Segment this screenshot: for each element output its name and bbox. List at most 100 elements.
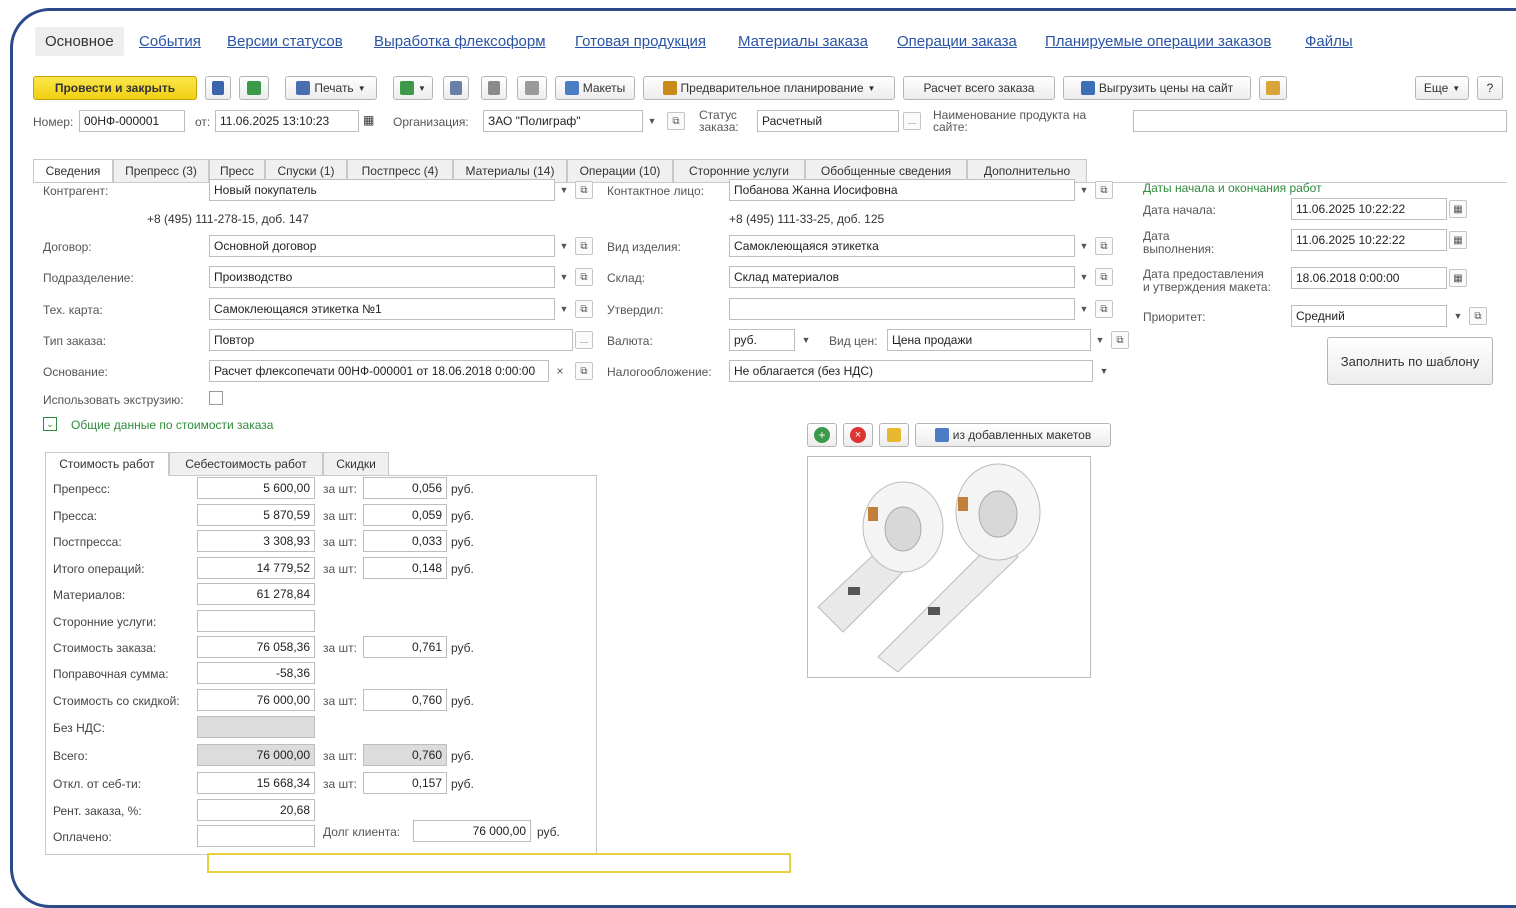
- post-and-close-button[interactable]: Провести и закрыть: [33, 76, 197, 100]
- delete-image-button[interactable]: ×: [843, 423, 873, 447]
- calendar-icon[interactable]: ▦: [1449, 200, 1467, 218]
- save-button[interactable]: [205, 76, 231, 100]
- division-field[interactable]: Производство: [209, 266, 555, 288]
- chevron-down-icon[interactable]: ▼: [1449, 305, 1467, 327]
- from-layouts-button[interactable]: из добавленных макетов: [915, 423, 1111, 447]
- cost-tab-selfcost[interactable]: Себестоимость работ: [169, 452, 323, 476]
- cost-row-unit[interactable]: 0,761: [363, 636, 447, 658]
- date-field[interactable]: 11.06.2025 13:10:23: [215, 110, 359, 132]
- ellipsis-icon[interactable]: …: [575, 331, 593, 349]
- contractor-field[interactable]: Новый покупатель: [209, 179, 555, 201]
- top-tab-planned-operations[interactable]: Планируемые операции заказов: [1045, 33, 1271, 50]
- structure-button[interactable]: [443, 76, 469, 100]
- cost-row-unit[interactable]: 0,760: [363, 744, 447, 766]
- cost-row-value[interactable]: [197, 716, 315, 738]
- cost-row-unit[interactable]: 0,157: [363, 772, 447, 794]
- prelim-planning-button[interactable]: Предварительное планирование ▼: [643, 76, 895, 100]
- clear-icon[interactable]: ×: [551, 360, 569, 382]
- cost-row-value[interactable]: 76 058,36: [197, 636, 315, 658]
- cost-row-unit[interactable]: 0,148: [363, 557, 447, 579]
- chevron-down-icon[interactable]: ▼: [555, 235, 573, 257]
- calc-order-button[interactable]: Расчет всего заказа: [903, 76, 1055, 100]
- open-icon[interactable]: ⧉: [1095, 300, 1113, 318]
- open-icon[interactable]: ⧉: [1111, 331, 1129, 349]
- debt-field[interactable]: 76 000,00: [413, 820, 531, 842]
- open-icon[interactable]: ⧉: [1095, 268, 1113, 286]
- tax-field[interactable]: Не облагается (без НДС): [729, 360, 1093, 382]
- chevron-down-icon[interactable]: ▼: [1075, 179, 1093, 201]
- cost-row-value[interactable]: 14 779,52: [197, 557, 315, 579]
- collapse-icon[interactable]: ⌄: [43, 417, 57, 431]
- cost-row-unit[interactable]: 0,760: [363, 689, 447, 711]
- cost-row-value[interactable]: 3 308,93: [197, 530, 315, 552]
- upload-prices-button[interactable]: Выгрузить цены на сайт: [1063, 76, 1251, 100]
- cost-row-unit[interactable]: 0,033: [363, 530, 447, 552]
- top-tab-order-operations[interactable]: Операции заказа: [897, 33, 1017, 50]
- ellipsis-icon[interactable]: …: [903, 112, 921, 130]
- chevron-down-icon[interactable]: ▼: [1075, 266, 1093, 288]
- top-tab-events[interactable]: События: [139, 33, 201, 50]
- cost-tab-discounts[interactable]: Скидки: [323, 452, 389, 476]
- start-date-field[interactable]: 11.06.2025 10:22:22: [1291, 198, 1447, 220]
- calendar-icon[interactable]: ▦: [1449, 269, 1467, 287]
- print-button[interactable]: Печать ▼: [285, 76, 377, 100]
- cost-row-value[interactable]: 76 000,00: [197, 744, 315, 766]
- cost-row-unit[interactable]: 0,056: [363, 477, 447, 499]
- attach-button[interactable]: [1259, 76, 1287, 100]
- currency-field[interactable]: руб.: [729, 329, 795, 351]
- chevron-down-icon[interactable]: ▼: [643, 110, 661, 132]
- top-tab-main[interactable]: Основное: [35, 27, 124, 56]
- top-tab-files[interactable]: Файлы: [1305, 33, 1353, 50]
- open-icon[interactable]: ⧉: [1095, 237, 1113, 255]
- cost-row-value[interactable]: 5 870,59: [197, 504, 315, 526]
- top-tab-flexoforms[interactable]: Выработка флексоформ: [374, 33, 546, 50]
- chevron-down-icon[interactable]: ▼: [555, 266, 573, 288]
- chevron-down-icon[interactable]: ▼: [555, 179, 573, 201]
- product-kind-field[interactable]: Самоклеющаяся этикетка: [729, 235, 1075, 257]
- help-button[interactable]: ?: [1477, 76, 1503, 100]
- chevron-down-icon[interactable]: ▼: [555, 298, 573, 320]
- export-button[interactable]: [239, 76, 269, 100]
- ordertype-field[interactable]: Повтор: [209, 329, 573, 351]
- chevron-down-icon[interactable]: ▼: [1075, 235, 1093, 257]
- cost-group-title[interactable]: Общие данные по стоимости заказа: [71, 418, 273, 432]
- form-tab-prepress[interactable]: Препресс (3): [113, 159, 209, 183]
- comment-field[interactable]: [207, 853, 791, 873]
- open-icon[interactable]: ⧉: [667, 112, 685, 130]
- create-based-button[interactable]: ▼: [393, 76, 433, 100]
- list-button[interactable]: [481, 76, 507, 100]
- status-field[interactable]: Расчетный: [757, 110, 899, 132]
- top-tab-finished-products[interactable]: Готовая продукция: [575, 33, 706, 50]
- open-icon[interactable]: ⧉: [575, 362, 593, 380]
- open-icon[interactable]: ⧉: [575, 268, 593, 286]
- chevron-down-icon[interactable]: ▼: [1091, 329, 1109, 351]
- cost-row-value[interactable]: 76 000,00: [197, 689, 315, 711]
- open-folder-button[interactable]: [879, 423, 909, 447]
- open-icon[interactable]: ⧉: [1095, 181, 1113, 199]
- cost-row-value[interactable]: -58,36: [197, 662, 315, 684]
- form-tab-info[interactable]: Сведения: [33, 159, 113, 183]
- warehouse-field[interactable]: Склад материалов: [729, 266, 1075, 288]
- cost-row-value[interactable]: 61 278,84: [197, 583, 315, 605]
- cost-tab-works[interactable]: Стоимость работ: [45, 452, 169, 476]
- fill-template-button[interactable]: Заполнить по шаблону: [1327, 337, 1493, 385]
- chevron-down-icon[interactable]: ▼: [797, 329, 815, 351]
- cost-row-value[interactable]: [197, 610, 315, 632]
- chevron-down-icon[interactable]: ▼: [1075, 298, 1093, 320]
- top-tab-status-versions[interactable]: Версии статусов: [227, 33, 343, 50]
- chevron-down-icon[interactable]: ▼: [1095, 360, 1113, 382]
- priority-field[interactable]: Средний: [1291, 305, 1447, 327]
- calendar-icon[interactable]: ▦: [363, 113, 374, 127]
- form-tab-operations[interactable]: Операции (10): [567, 159, 673, 183]
- contract-field[interactable]: Основной договор: [209, 235, 555, 257]
- open-icon[interactable]: ⧉: [575, 237, 593, 255]
- contact-field[interactable]: Побанова Жанна Иосифовна: [729, 179, 1075, 201]
- report-button[interactable]: [517, 76, 547, 100]
- open-icon[interactable]: ⧉: [575, 300, 593, 318]
- cost-row-value[interactable]: 5 600,00: [197, 477, 315, 499]
- more-button[interactable]: Еще ▼: [1415, 76, 1469, 100]
- cost-row-unit[interactable]: 0,059: [363, 504, 447, 526]
- cost-row-value[interactable]: 15 668,34: [197, 772, 315, 794]
- calendar-icon[interactable]: ▦: [1449, 231, 1467, 249]
- pricetype-field[interactable]: Цена продажи: [887, 329, 1091, 351]
